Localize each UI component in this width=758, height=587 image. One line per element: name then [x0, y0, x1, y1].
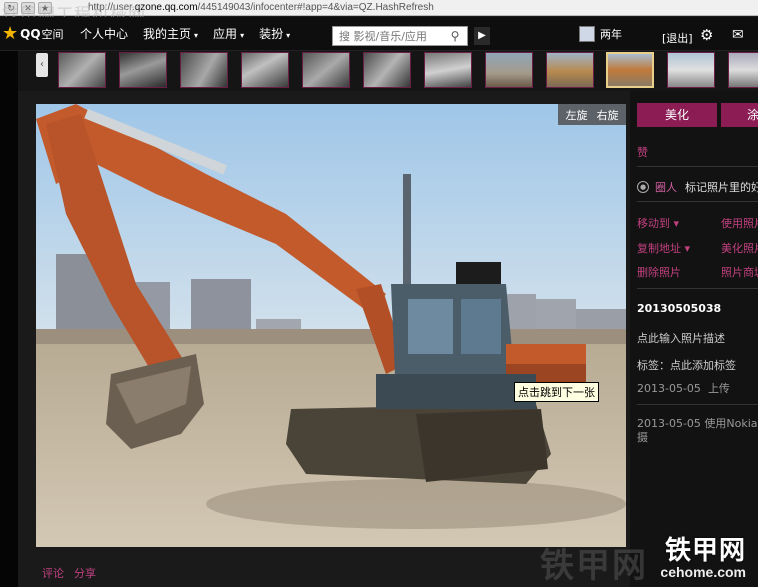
bottom-actions: 评论 分享	[42, 565, 96, 581]
logout-link[interactable]: [退出]	[662, 30, 693, 46]
nav-personal-center[interactable]: 个人中心	[80, 25, 128, 42]
thumbnail[interactable]	[119, 52, 167, 88]
use-photo-link[interactable]: 使用照片	[721, 215, 758, 231]
comment-link[interactable]: 评论	[42, 565, 64, 581]
circle-people-link[interactable]: 圈人	[655, 179, 677, 195]
watermark-domain: cehome.com	[660, 564, 746, 580]
main-photo[interactable]	[36, 104, 626, 547]
photo-name[interactable]: 20130505038	[637, 302, 721, 315]
thumbnail[interactable]	[424, 52, 472, 88]
tags-input[interactable]: 标签：点此添加标签	[637, 357, 736, 373]
upload-info: 2013-05-05 上传	[637, 380, 730, 396]
gear-icon[interactable]: ⚙	[700, 26, 713, 44]
upload-label: 上传	[707, 382, 730, 395]
rotate-left-button[interactable]: 左旋	[566, 107, 588, 123]
shot-info-line2: 摄	[637, 431, 648, 444]
beautify-photo-link[interactable]: 美化照片	[721, 240, 758, 256]
username[interactable]: 两年	[600, 26, 622, 42]
rotate-right-button[interactable]: 右旋	[597, 107, 619, 123]
nav-my-homepage[interactable]: 我的主页 ▾	[143, 25, 198, 42]
search-input[interactable]	[333, 27, 445, 45]
photo-store-link[interactable]: 照片商城	[721, 264, 758, 280]
move-to-link[interactable]: 移动到 ▾	[637, 215, 679, 231]
mail-icon[interactable]: ✉	[732, 27, 744, 43]
divider	[637, 166, 758, 167]
search-icon[interactable]: ⚲	[445, 29, 465, 43]
thumbnail[interactable]	[180, 52, 228, 88]
nav-apps[interactable]: 应用 ▾	[213, 25, 244, 42]
circle-people-icon: ●	[637, 181, 649, 193]
share-link[interactable]: 分享	[74, 565, 96, 581]
thumbnail[interactable]	[728, 52, 758, 88]
thumbnail[interactable]	[302, 52, 350, 88]
logo-text: QQ	[20, 26, 41, 41]
play-arrow-icon[interactable]: ▶	[474, 27, 490, 45]
copy-address-link[interactable]: 复制地址 ▾	[637, 240, 690, 256]
left-margin	[0, 51, 18, 587]
logo-suffix: 空间	[41, 27, 64, 41]
avatar[interactable]	[579, 26, 595, 42]
qzone-logo[interactable]: ★ QQ 空间	[0, 23, 80, 44]
nav-label: 个人中心	[80, 27, 129, 41]
site-watermark-logo: 铁甲网 铁甲网 cehome.com	[540, 530, 758, 587]
excavator-photo-illustration	[36, 104, 626, 547]
upload-date: 2013-05-05	[637, 382, 701, 395]
nav-label: 装扮	[259, 27, 284, 41]
watermark-ghost-text: 铁甲网	[540, 546, 648, 586]
thumbnail[interactable]	[485, 52, 533, 88]
thumbnail[interactable]	[241, 52, 289, 88]
thumbnail[interactable]	[667, 52, 715, 88]
nav-decorate[interactable]: 装扮 ▾	[259, 25, 290, 42]
divider	[637, 404, 758, 405]
thumbnail[interactable]	[58, 52, 106, 88]
chevron-down-icon: ▾	[194, 31, 199, 40]
search-box: ⚲	[332, 26, 468, 46]
circle-people-hint: 标记照片里的好	[685, 181, 758, 194]
thumbnail[interactable]	[546, 52, 594, 88]
watermark-brand: 铁甲网	[664, 536, 746, 566]
qzone-top-nav: ★ QQ 空间 个人中心 我的主页▾ 应用▾ 装扮▾ ⚲ ▶ 两年 [退出] ⚙…	[0, 17, 758, 51]
doodle-button[interactable]: 涂	[721, 103, 758, 127]
shot-info-line1: 2013-05-05 使用Nokia E	[637, 417, 758, 430]
nav-label: 我的主页	[143, 27, 192, 41]
divider	[637, 201, 758, 202]
thumbnail[interactable]	[363, 52, 411, 88]
thumbnail-active[interactable]	[606, 52, 654, 88]
thumbnail-prev-icon[interactable]: ‹	[36, 53, 48, 77]
nav-label: 应用	[213, 27, 238, 41]
delete-photo-link[interactable]: 删除照片	[637, 264, 681, 280]
rotate-controls: 左旋 右旋	[558, 104, 626, 125]
like-link[interactable]: 赞	[637, 144, 648, 160]
chevron-down-icon: ▾	[286, 31, 291, 40]
description-input[interactable]: 点此输入照片描述	[637, 330, 725, 346]
url-rest: /445149043/infocenter#!app=4&via=QZ.Hash…	[197, 2, 434, 13]
beautify-button[interactable]: 美化	[637, 103, 717, 127]
user-block[interactable]: 两年	[579, 26, 622, 42]
chevron-down-icon: ▾	[240, 31, 245, 40]
next-photo-tooltip: 点击跳到下一张	[514, 382, 599, 402]
divider	[637, 288, 758, 289]
circle-people-row: ● 圈人 标记照片里的好	[637, 179, 758, 195]
qzone-star-icon: ★	[2, 23, 19, 44]
